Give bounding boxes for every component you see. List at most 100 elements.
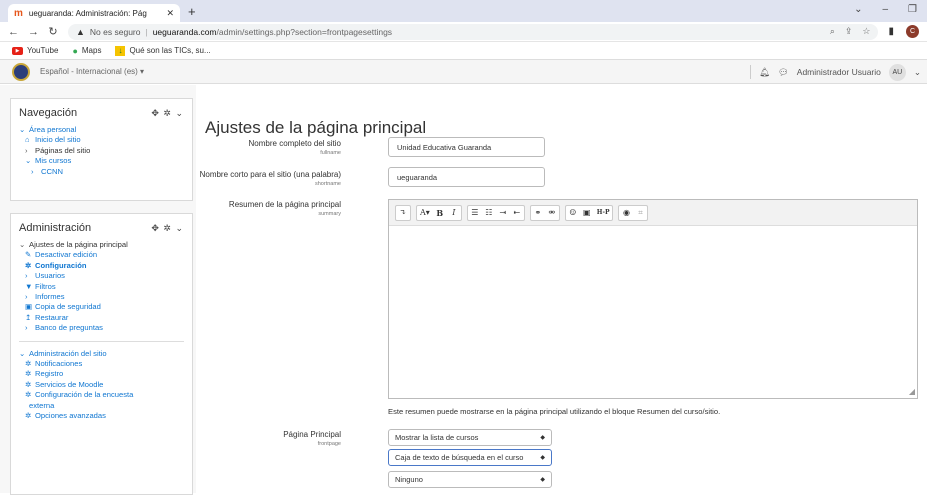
toolbar-toggle-icon[interactable]: ↴ — [396, 206, 410, 220]
bookmark-label: YouTube — [27, 46, 59, 55]
tree-item-icon: ✲ — [25, 369, 32, 379]
tree-item[interactable]: ▼ Filtros — [19, 282, 184, 292]
move-icon[interactable]: ✥ — [151, 223, 160, 233]
url-input[interactable]: ▲ No es seguro | ueguaranda.com/admin/se… — [68, 23, 879, 40]
tree-item[interactable]: ✲ Opciones avanzadas — [19, 411, 184, 421]
chevron-down-icon[interactable]: ⌄ — [854, 4, 862, 15]
close-tab-icon[interactable]: ✕ — [166, 8, 174, 19]
frontpage-select-3[interactable]: Ninguno ◆ — [388, 471, 552, 488]
tree-item[interactable]: › Banco de preguntas — [19, 323, 184, 333]
tree-item[interactable]: › CCNN — [19, 167, 184, 177]
user-menu-chevron-icon[interactable]: ⌄ — [914, 67, 921, 78]
bold-icon[interactable]: B — [433, 206, 447, 220]
tree-item[interactable]: ⌂ Inicio del sitio — [19, 135, 184, 145]
minimize-button[interactable]: – — [882, 4, 888, 15]
tree-item[interactable]: ✲ Configuración — [19, 261, 184, 271]
share-icon[interactable]: ⇪ — [845, 26, 853, 37]
tree-item[interactable]: ✲ Registro — [19, 369, 184, 379]
select-arrows-icon: ◆ — [540, 477, 545, 483]
tree-item-label: Inicio del sitio — [35, 135, 81, 145]
block-title: Navegación — [19, 107, 78, 119]
new-tab-button[interactable]: + — [188, 4, 196, 19]
tree-item[interactable]: › Páginas del sitio — [19, 146, 184, 156]
bookmark-star-icon[interactable]: ☆ — [862, 26, 870, 37]
restore-button[interactable]: ❐ — [908, 4, 917, 15]
bookmarks-bar: ▶ YouTube ● Maps ↓ Qué son las TICs, su.… — [0, 42, 927, 60]
user-name[interactable]: Administrador Usuario — [797, 67, 881, 77]
shortname-label: Nombre corto para el sitio (una palabra) — [199, 170, 341, 179]
move-icon[interactable]: ✥ — [151, 108, 160, 118]
sidepanel-icon[interactable]: ▮ — [888, 26, 894, 37]
zoom-icon[interactable]: ⌕ — [830, 26, 835, 37]
tree-item[interactable]: ⌄ Mis cursos — [19, 156, 184, 166]
profile-avatar[interactable]: C — [906, 25, 919, 38]
font-style-icon[interactable]: A▾ — [417, 206, 433, 220]
bookmark-youtube[interactable]: ▶ YouTube — [12, 46, 58, 55]
administration-block: Administración ✥ ✲ ⌄ ⌄ Ajustes de la pági… — [10, 213, 193, 495]
tree-item[interactable]: › Usuarios — [19, 271, 184, 281]
gear-icon[interactable]: ✲ — [163, 108, 172, 118]
frontpage-select-1[interactable]: Mostrar la lista de cursos ◆ — [388, 429, 552, 446]
tree-item[interactable]: ⌄ Área personal — [19, 125, 184, 135]
accessibility-icon[interactable]: ◉ — [619, 206, 633, 220]
unordered-list-icon[interactable]: ☰ — [468, 206, 482, 220]
tree-item-icon: ✲ — [25, 379, 32, 389]
italic-icon[interactable]: I — [447, 206, 461, 220]
frontpage-key: frontpage — [317, 441, 341, 447]
ordered-list-icon[interactable]: ☷ — [482, 206, 496, 220]
chevron-down-icon[interactable]: ⌄ — [175, 108, 184, 118]
frontpage-select-2[interactable]: Caja de texto de búsqueda en el curso ◆ — [388, 449, 552, 466]
tree-item[interactable]: externa — [19, 401, 184, 411]
tree-item-icon: ⌄ — [19, 125, 26, 134]
reload-button[interactable]: ↻ — [48, 25, 58, 38]
emoji-icon[interactable]: ☺ — [566, 206, 580, 220]
tree-item[interactable]: ✎ Desactivar edición — [19, 250, 184, 260]
notifications-bell-icon[interactable]: 🔔︎ — [759, 67, 770, 78]
browser-tab[interactable]: m ueguaranda: Administración: Pág ✕ — [8, 4, 180, 22]
forward-button[interactable]: → — [28, 26, 39, 38]
page-body: Navegación ✥ ✲ ⌄ ⌄ Área personal ⌂ Inicio d… — [0, 85, 927, 495]
shortname-key: shortname — [315, 181, 341, 187]
site-logo[interactable] — [12, 62, 30, 81]
frontpage-label: Página Principal — [283, 430, 341, 439]
tree-item-icon: ✲ — [25, 359, 32, 369]
tree-item[interactable]: ✲ Servicios de Moodle — [19, 380, 184, 390]
bookmark-maps[interactable]: ● Maps — [72, 46, 101, 56]
tree-item[interactable]: › Informes — [19, 292, 184, 302]
select-value: Caja de texto de búsqueda en el curso — [395, 453, 524, 462]
block-controls: ✥ ✲ ⌄ — [151, 223, 184, 234]
url-host: ueguaranda.com — [152, 26, 217, 37]
select-value: Mostrar la lista de cursos — [395, 433, 479, 442]
youtube-icon: ▶ — [12, 46, 23, 55]
bookmark-tics[interactable]: ↓ Qué son las TICs, su... — [115, 45, 211, 56]
link-icon[interactable]: ⚭ — [531, 206, 545, 220]
language-menu[interactable]: Español - Internacional (es) ▾ — [40, 67, 144, 76]
tree-item[interactable]: ⌄ Administración del sitio — [19, 349, 184, 359]
omnibox-actions: ⌕ ⇪ ☆ — [830, 26, 871, 37]
tree-item-label: Banco de preguntas — [35, 323, 103, 333]
avatar[interactable]: AU — [888, 63, 906, 81]
indent-icon[interactable]: ⇥ — [496, 206, 510, 220]
h5p-icon[interactable]: H-P — [594, 206, 613, 220]
tree-item[interactable]: ↥ Restaurar — [19, 313, 184, 323]
tree-item[interactable]: ▣ Copia de seguridad — [19, 302, 184, 312]
chevron-down-icon[interactable]: ⌄ — [175, 223, 184, 233]
site-navbar: Español - Internacional (es) ▾ 🔔︎ 💬︎ Adm… — [0, 60, 927, 84]
tree-item[interactable]: ✲ Configuración de la encuesta — [19, 390, 184, 400]
tree-item-icon: ⌄ — [25, 156, 32, 166]
outdent-icon[interactable]: ⇤ — [510, 206, 524, 220]
image-icon[interactable]: ▣ — [580, 206, 594, 220]
block-title: Administración — [19, 222, 92, 234]
messages-chat-icon[interactable]: 💬︎ — [778, 67, 789, 78]
tree-item[interactable]: ✲ Notificaciones — [19, 359, 184, 369]
shortname-field[interactable]: ueguaranda — [388, 167, 545, 187]
gear-icon[interactable]: ✲ — [163, 223, 172, 233]
tree-item[interactable]: ⌄ Ajustes de la página principal — [19, 240, 184, 250]
unlink-icon[interactable]: ⚮ — [545, 206, 559, 220]
back-button[interactable]: ← — [8, 26, 19, 38]
url-separator: | — [145, 26, 148, 37]
block-header: Administración ✥ ✲ ⌄ — [19, 222, 184, 234]
fullname-field[interactable]: Unidad Educativa Guaranda — [388, 137, 545, 157]
resize-handle-icon[interactable]: ◢ — [909, 387, 915, 396]
html-icon[interactable]: ⌗ — [633, 206, 647, 220]
